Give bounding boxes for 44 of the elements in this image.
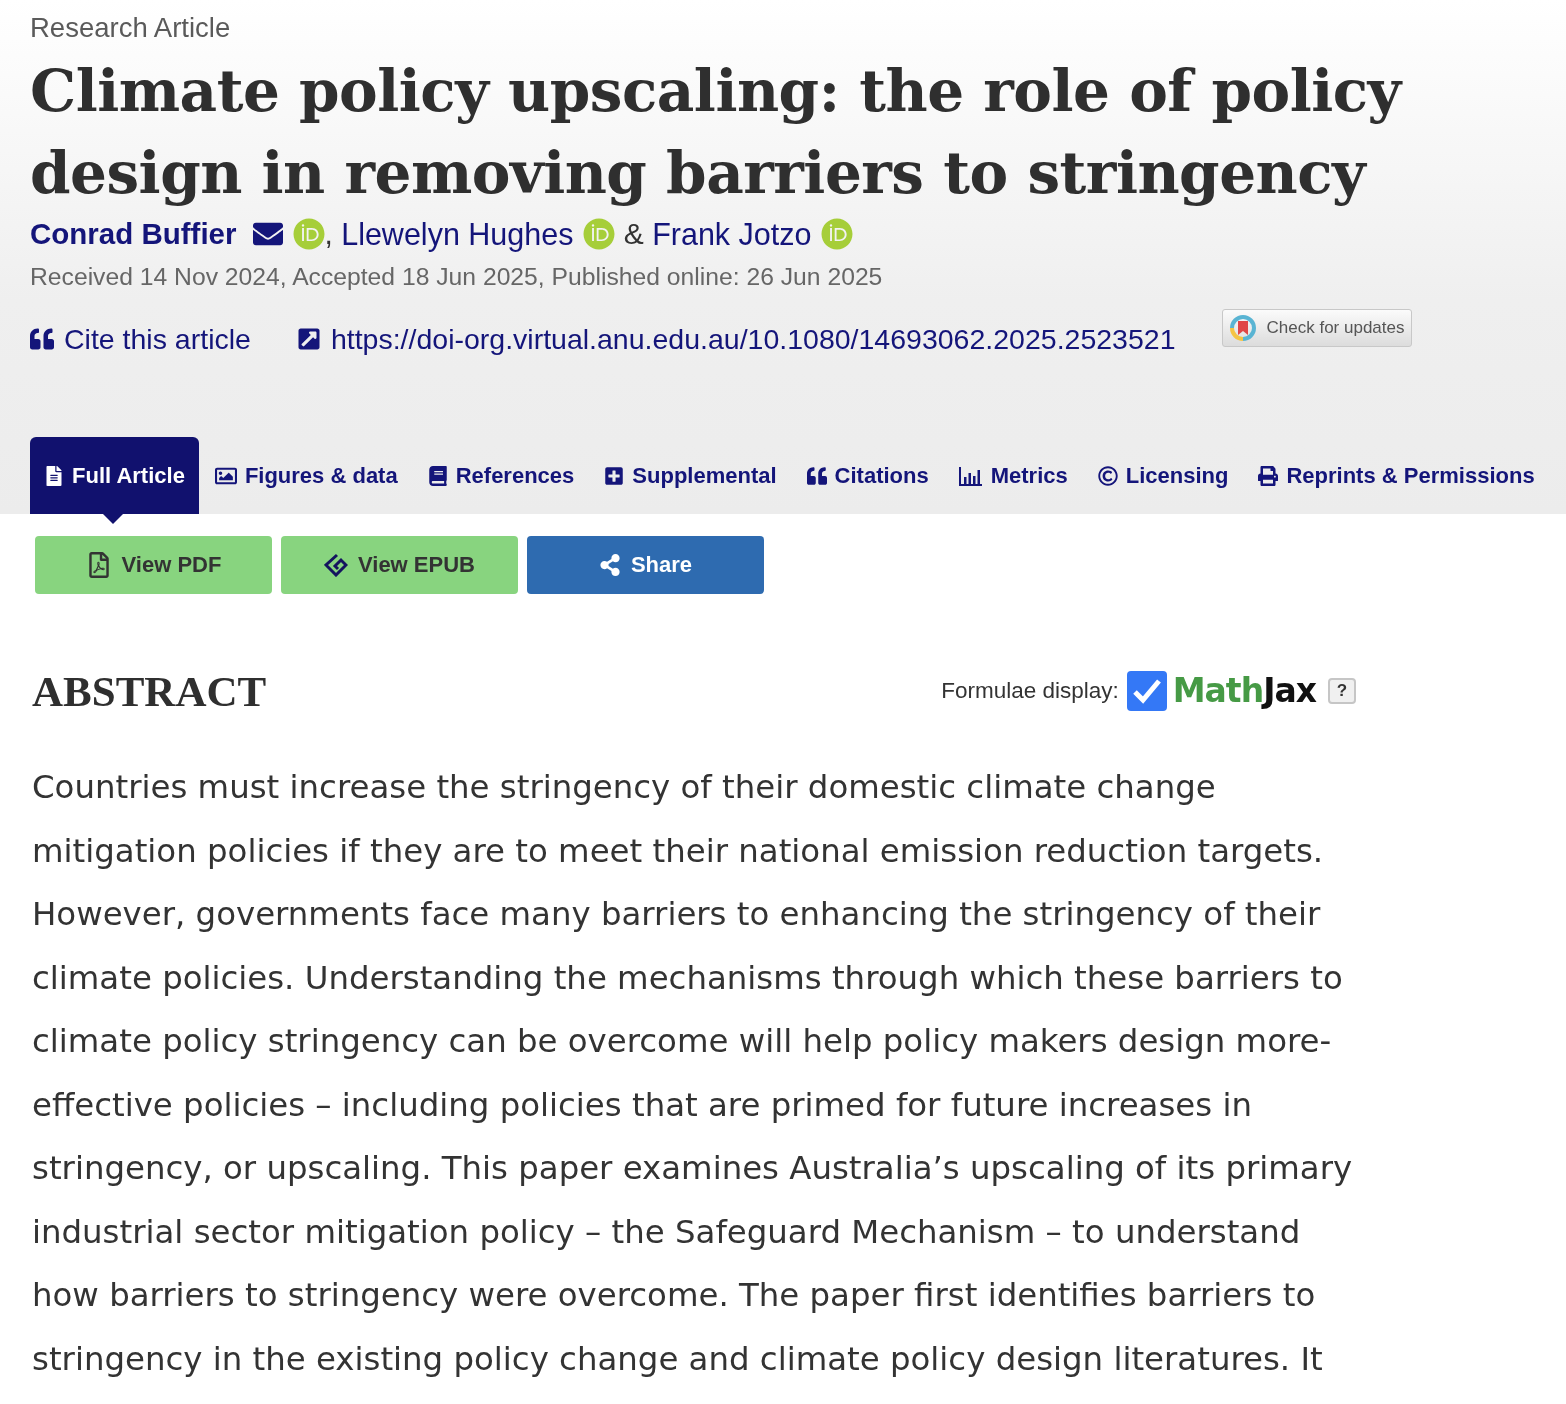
author-link[interactable]: Conrad Buffier <box>30 217 237 251</box>
external-link-icon <box>296 327 321 351</box>
article-type: Research Article <box>30 11 232 45</box>
author-separator: , <box>324 217 334 251</box>
author-link[interactable]: Frank Jotzo <box>652 216 812 252</box>
tab[interactable]: Licensing <box>1097 437 1229 514</box>
article-title: Climate policy upscaling: the role of policy design in removing barriers to stringency <box>30 56 1404 209</box>
orcid-icon[interactable] <box>292 218 325 250</box>
formulae-label: Formulae display: <box>941 678 1119 704</box>
plus-icon <box>604 465 625 486</box>
view-button[interactable]: View EPUB <box>281 536 518 594</box>
tab[interactable]: Citations <box>806 437 929 514</box>
quote-icon <box>806 465 827 486</box>
epub-icon <box>324 553 348 577</box>
abstract-text: Countries must increase the stringency of their domestic climate change mitigation policies if they are to meet their national emission reduction targets. However, governments face many barriers to enhancing the stringency of their climate policies. Understanding the mechanisms through which these barriers to climate policy stringency can be overcome will help policy makers design more-effective policies – including policies that are primed for future increases in stringency, or upscaling. This paper examines Australia’s upscaling of its primary industrial sector mitigation policy – the Safeguard Mechanism – to understand how barriers to stringency were overcome. The paper first identifies barriers to stringency in the existing policy change and climate policy design literatures. It <box>32 767 1354 1380</box>
help-button[interactable]: ? <box>1328 678 1356 704</box>
tab[interactable]: Supplemental <box>604 437 777 514</box>
active-tab-pointer <box>103 514 123 524</box>
check-updates-button[interactable]: Check for updates <box>1221 309 1413 347</box>
bar-chart-icon <box>958 465 983 486</box>
mathjax-logo: MathJax <box>1172 671 1316 711</box>
author-separator: & <box>622 217 645 251</box>
cite-link[interactable]: Cite this article <box>30 319 251 359</box>
share-icon <box>598 554 621 576</box>
tab[interactable]: Metrics <box>958 437 1068 514</box>
checkmark-icon <box>1131 678 1162 704</box>
doi-link[interactable]: https://doi-org.virtual.anu.edu.au/10.1080/14693062.2025.2523521 <box>296 319 1176 359</box>
quote-icon <box>30 327 54 351</box>
orcid-icon[interactable] <box>583 218 616 250</box>
abstract-heading: ABSTRACT <box>32 666 267 716</box>
checkbox[interactable] <box>1126 671 1167 711</box>
tab[interactable]: Figures & data <box>214 437 398 514</box>
share-button[interactable]: Share <box>527 536 764 594</box>
book-icon <box>427 465 448 486</box>
publication-dates: Received 14 Nov 2024, Accepted 18 Jun 2025, Published online: 26 Jun 2025 <box>30 262 884 292</box>
printer-icon <box>1258 465 1279 486</box>
tab[interactable]: Reprints & Permissions <box>1258 437 1535 514</box>
document-icon <box>44 465 64 486</box>
author-link[interactable]: Llewelyn Hughes <box>341 216 574 252</box>
copyright-icon <box>1097 465 1118 486</box>
tab[interactable]: References <box>427 437 575 514</box>
crossmark-icon <box>1228 314 1257 342</box>
orcid-icon[interactable] <box>821 218 854 250</box>
view-button[interactable]: View PDF <box>35 536 272 594</box>
